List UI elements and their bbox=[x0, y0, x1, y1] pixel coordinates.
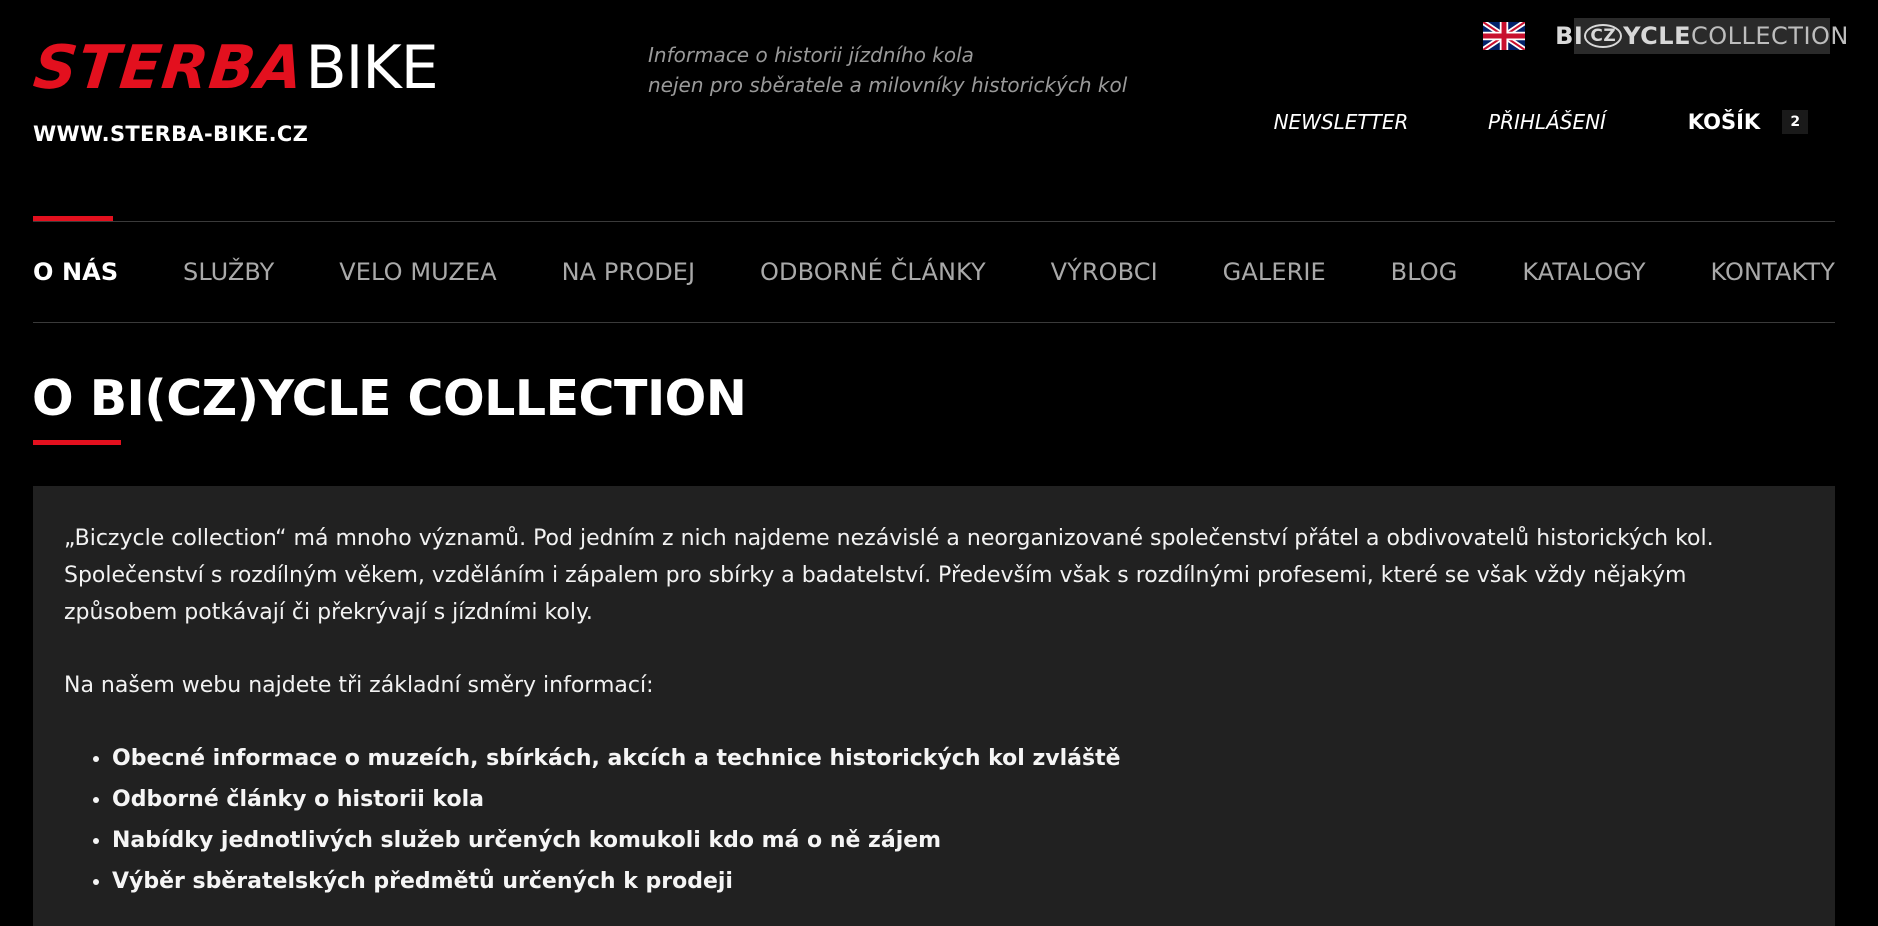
main-nav: O NÁS SLUŽBY VELO MUZEA NA PRODEJ ODBORN… bbox=[33, 222, 1835, 322]
uk-flag-icon[interactable] bbox=[1483, 22, 1525, 50]
tagline-line-2: nejen pro sběratele a milovníky historic… bbox=[648, 73, 1128, 97]
badge-collection: COLLECTION bbox=[1690, 22, 1849, 50]
nav-item-na-prodej[interactable]: NA PRODEJ bbox=[562, 258, 696, 286]
list-item: Obecné informace o muzeích, sbírkách, ak… bbox=[112, 738, 1804, 779]
nav-item-galerie[interactable]: GALERIE bbox=[1223, 258, 1326, 286]
nav-item-katalogy[interactable]: KATALOGY bbox=[1522, 258, 1645, 286]
newsletter-button[interactable]: NEWSLETTER bbox=[1246, 89, 1436, 155]
cart-button[interactable]: KOŠÍK 2 bbox=[1656, 89, 1840, 155]
logo-bike-text: BIKE bbox=[305, 33, 439, 103]
nav-item-kontakty[interactable]: KONTAKTY bbox=[1710, 258, 1834, 286]
list-item: Výběr sběratelských předmětů určených k … bbox=[112, 861, 1804, 902]
newsletter-label: NEWSLETTER bbox=[1273, 110, 1409, 134]
nav-item-o-nas[interactable]: O NÁS bbox=[33, 258, 118, 286]
nav-bottom-divider bbox=[33, 322, 1835, 323]
nav-item-velo-muzea[interactable]: VELO MUZEA bbox=[339, 258, 497, 286]
directions-paragraph: Na našem webu najdete tři základní směry… bbox=[64, 673, 654, 698]
login-button[interactable]: PŘIHLÁŠENÍ bbox=[1454, 89, 1640, 155]
list-item: Odborné články o historii kola bbox=[112, 779, 1804, 820]
list-item: Nabídky jednotlivých služeb určených kom… bbox=[112, 820, 1804, 861]
intro-paragraph: „Biczycle collection“ má mnoho významů. … bbox=[64, 526, 1714, 625]
badge-cz-circle: CZ bbox=[1584, 24, 1623, 48]
badge-ycle: YCLE bbox=[1623, 22, 1691, 50]
bicycle-collection-badge[interactable]: BI CZ YCLE COLLECTION bbox=[1555, 18, 1848, 54]
nav-item-sluzby[interactable]: SLUŽBY bbox=[183, 258, 274, 286]
nav-active-indicator bbox=[33, 216, 113, 221]
site-tagline: Informace o historii jízdního kola nejen… bbox=[648, 40, 1127, 100]
cart-label: KOŠÍK bbox=[1687, 110, 1761, 134]
content-panel: „Biczycle collection“ má mnoho významů. … bbox=[33, 486, 1835, 926]
cart-count-badge: 2 bbox=[1782, 110, 1809, 134]
login-label: PŘIHLÁŠENÍ bbox=[1488, 110, 1606, 134]
title-underline bbox=[33, 440, 121, 445]
tagline-line-1: Informace o historii jízdního kola bbox=[648, 43, 974, 67]
page-title: O BI(CZ)YCLE COLLECTION bbox=[32, 370, 747, 427]
nav-item-blog[interactable]: BLOG bbox=[1391, 258, 1458, 286]
info-list: Obecné informace o muzeích, sbírkách, ak… bbox=[64, 738, 1804, 902]
site-logo[interactable]: STERBA BIKE bbox=[30, 33, 439, 103]
site-url[interactable]: WWW.STERBA-BIKE.CZ bbox=[33, 122, 308, 146]
badge-prefix: BI bbox=[1555, 22, 1584, 50]
logo-sterba-text: STERBA bbox=[30, 33, 308, 103]
nav-item-vyrobci[interactable]: VÝROBCI bbox=[1051, 258, 1158, 286]
nav-item-odborne-clanky[interactable]: ODBORNÉ ČLÁNKY bbox=[760, 258, 986, 286]
